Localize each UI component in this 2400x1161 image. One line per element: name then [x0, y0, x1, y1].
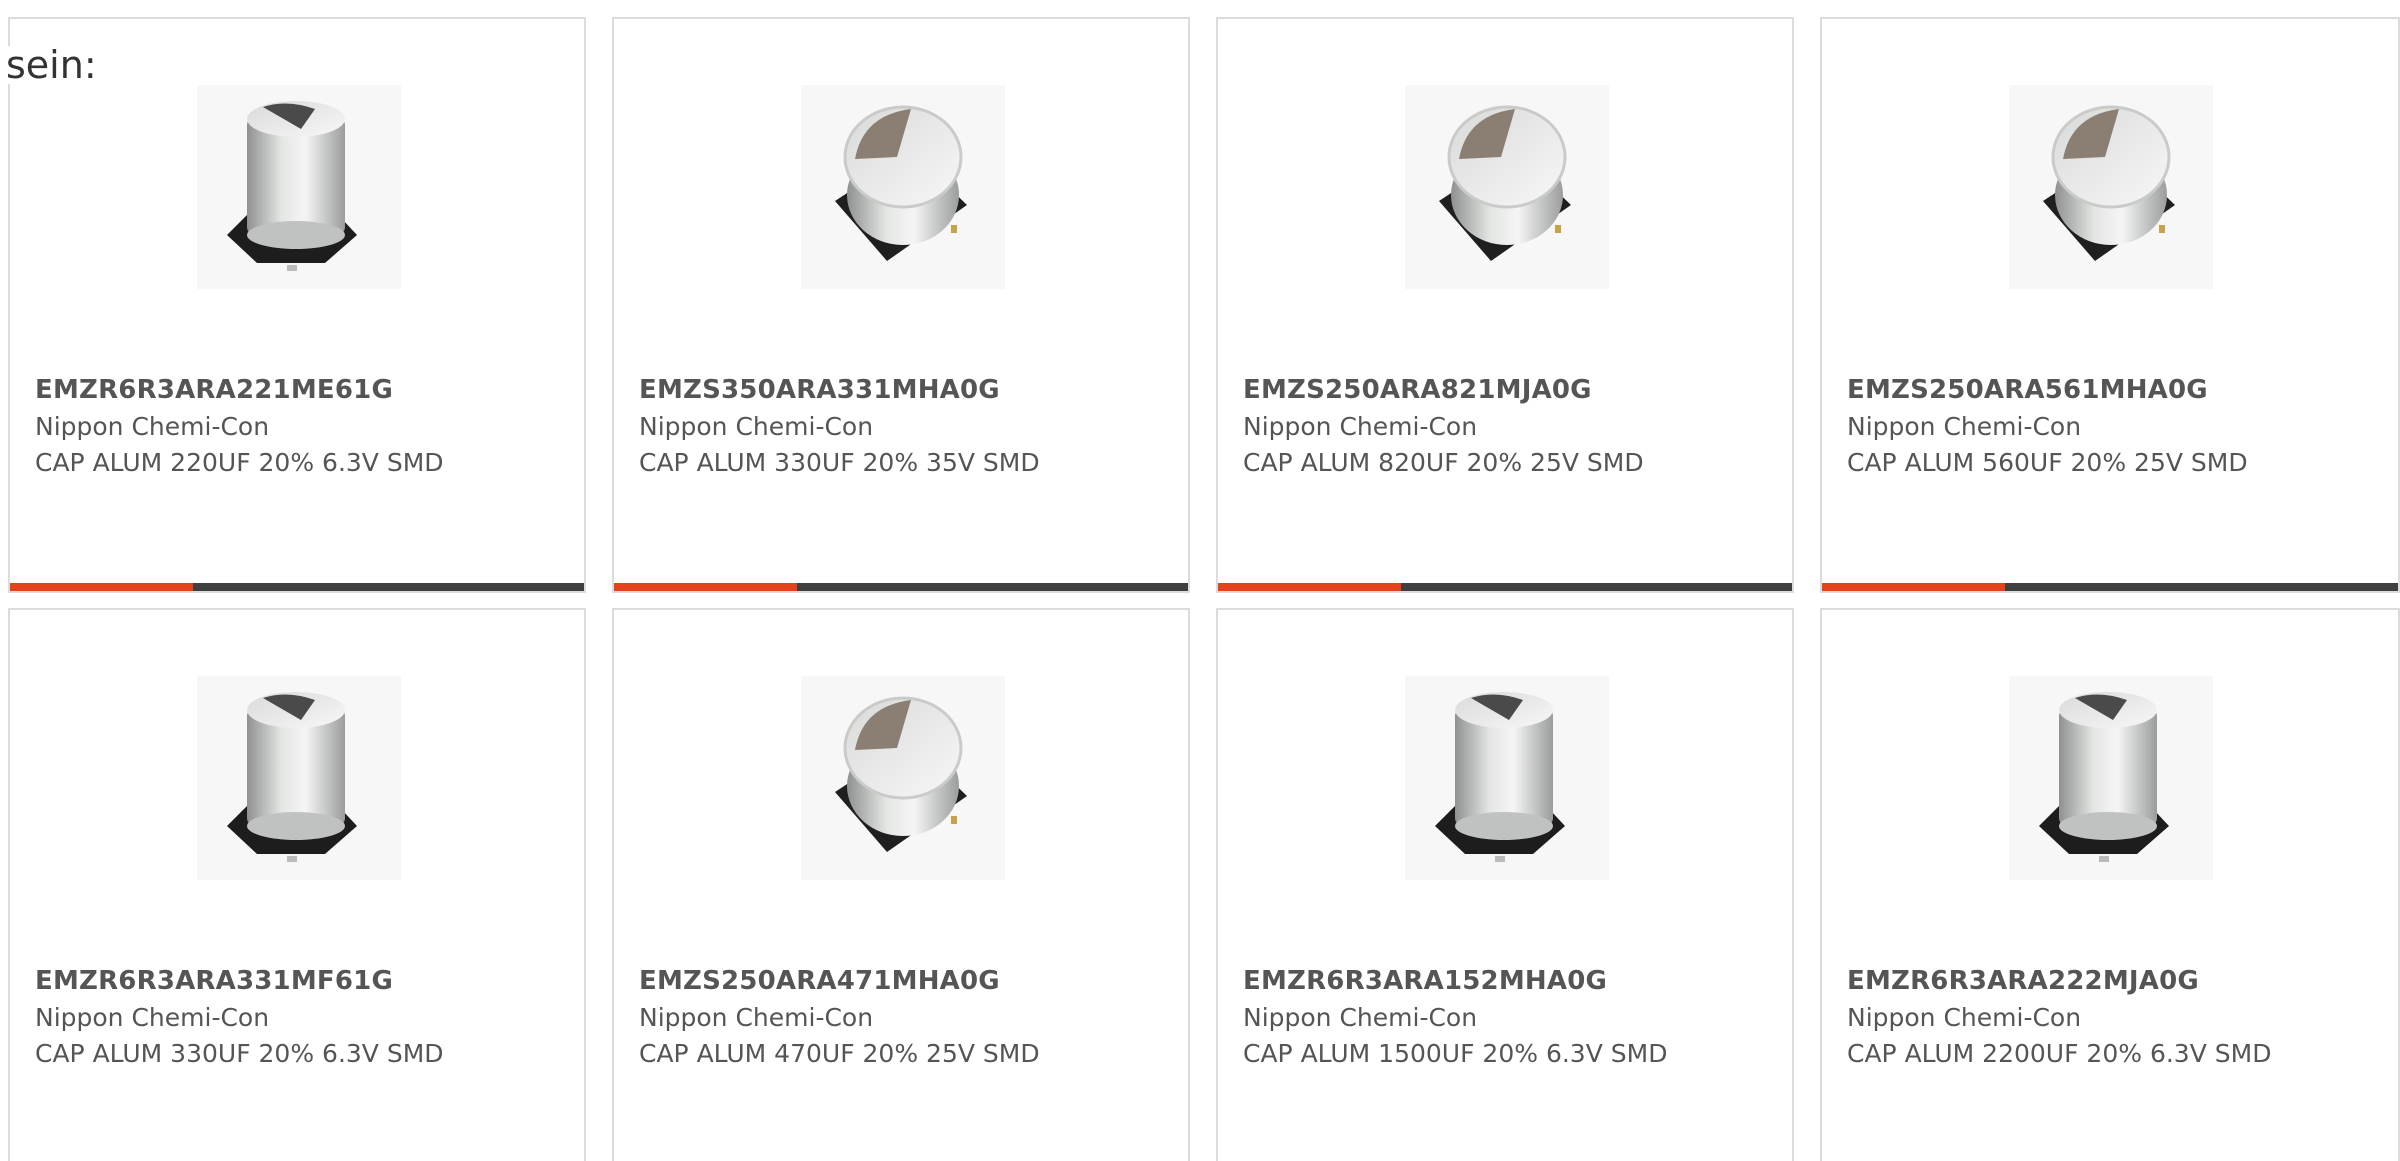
part-number[interactable]: EMZR6R3ARA331MF61G	[35, 966, 393, 996]
tall-capacitor-icon[interactable]	[1405, 676, 1609, 880]
card-bottom-bar	[1218, 583, 1792, 591]
product-card[interactable]: EMZS350ARA331MHA0G Nippon Chemi-Con CAP …	[612, 17, 1190, 593]
product-description: CAP ALUM 820UF 20% 25V SMD	[1243, 448, 1644, 477]
product-description: CAP ALUM 330UF 20% 35V SMD	[639, 448, 1040, 477]
short-capacitor-icon[interactable]	[801, 676, 1005, 880]
manufacturer: Nippon Chemi-Con	[639, 412, 874, 441]
card-bottom-bar	[10, 583, 584, 591]
card-accent	[1218, 583, 1401, 591]
part-number[interactable]: EMZR6R3ARA221ME61G	[35, 375, 393, 405]
card-accent	[10, 583, 193, 591]
product-card[interactable]: EMZS250ARA821MJA0G Nippon Chemi-Con CAP …	[1216, 17, 1794, 593]
product-description: CAP ALUM 220UF 20% 6.3V SMD	[35, 448, 444, 477]
manufacturer: Nippon Chemi-Con	[639, 1003, 874, 1032]
tall-capacitor-icon[interactable]	[2009, 676, 2213, 880]
intro-text: sein:	[6, 46, 101, 84]
product-description: CAP ALUM 2200UF 20% 6.3V SMD	[1847, 1039, 2272, 1068]
card-bottom-bar	[1822, 583, 2398, 591]
manufacturer: Nippon Chemi-Con	[1243, 412, 1478, 441]
part-number[interactable]: EMZR6R3ARA152MHA0G	[1243, 966, 1607, 996]
manufacturer: Nippon Chemi-Con	[1847, 412, 2082, 441]
manufacturer: Nippon Chemi-Con	[1243, 1003, 1478, 1032]
short-capacitor-icon[interactable]	[2009, 85, 2213, 289]
product-description: CAP ALUM 470UF 20% 25V SMD	[639, 1039, 1040, 1068]
product-description: CAP ALUM 330UF 20% 6.3V SMD	[35, 1039, 444, 1068]
product-description: CAP ALUM 560UF 20% 25V SMD	[1847, 448, 2248, 477]
part-number[interactable]: EMZR6R3ARA222MJA0G	[1847, 966, 2199, 996]
product-card[interactable]: EMZR6R3ARA222MJA0G Nippon Chemi-Con CAP …	[1820, 608, 2400, 1161]
part-number[interactable]: EMZS350ARA331MHA0G	[639, 375, 1000, 405]
product-card[interactable]: EMZR6R3ARA152MHA0G Nippon Chemi-Con CAP …	[1216, 608, 1794, 1161]
manufacturer: Nippon Chemi-Con	[35, 412, 270, 441]
card-accent	[1822, 583, 2005, 591]
short-capacitor-icon[interactable]	[801, 85, 1005, 289]
product-description: CAP ALUM 1500UF 20% 6.3V SMD	[1243, 1039, 1668, 1068]
product-card[interactable]: EMZR6R3ARA331MF61G Nippon Chemi-Con CAP …	[8, 608, 586, 1161]
product-grid-page: sein: EMZR6R3ARA221ME61G Nippon Chemi-Co…	[0, 0, 2400, 1161]
short-capacitor-icon[interactable]	[1405, 85, 1609, 289]
product-card[interactable]: EMZR6R3ARA221ME61G Nippon Chemi-Con CAP …	[8, 17, 586, 593]
card-bottom-bar	[614, 583, 1188, 591]
card-accent	[614, 583, 797, 591]
manufacturer: Nippon Chemi-Con	[1847, 1003, 2082, 1032]
part-number[interactable]: EMZS250ARA561MHA0G	[1847, 375, 2208, 405]
part-number[interactable]: EMZS250ARA471MHA0G	[639, 966, 1000, 996]
product-card[interactable]: EMZS250ARA561MHA0G Nippon Chemi-Con CAP …	[1820, 17, 2400, 593]
tall-capacitor-icon[interactable]	[197, 676, 401, 880]
product-card[interactable]: EMZS250ARA471MHA0G Nippon Chemi-Con CAP …	[612, 608, 1190, 1161]
tall-capacitor-icon[interactable]	[197, 85, 401, 289]
part-number[interactable]: EMZS250ARA821MJA0G	[1243, 375, 1592, 405]
manufacturer: Nippon Chemi-Con	[35, 1003, 270, 1032]
